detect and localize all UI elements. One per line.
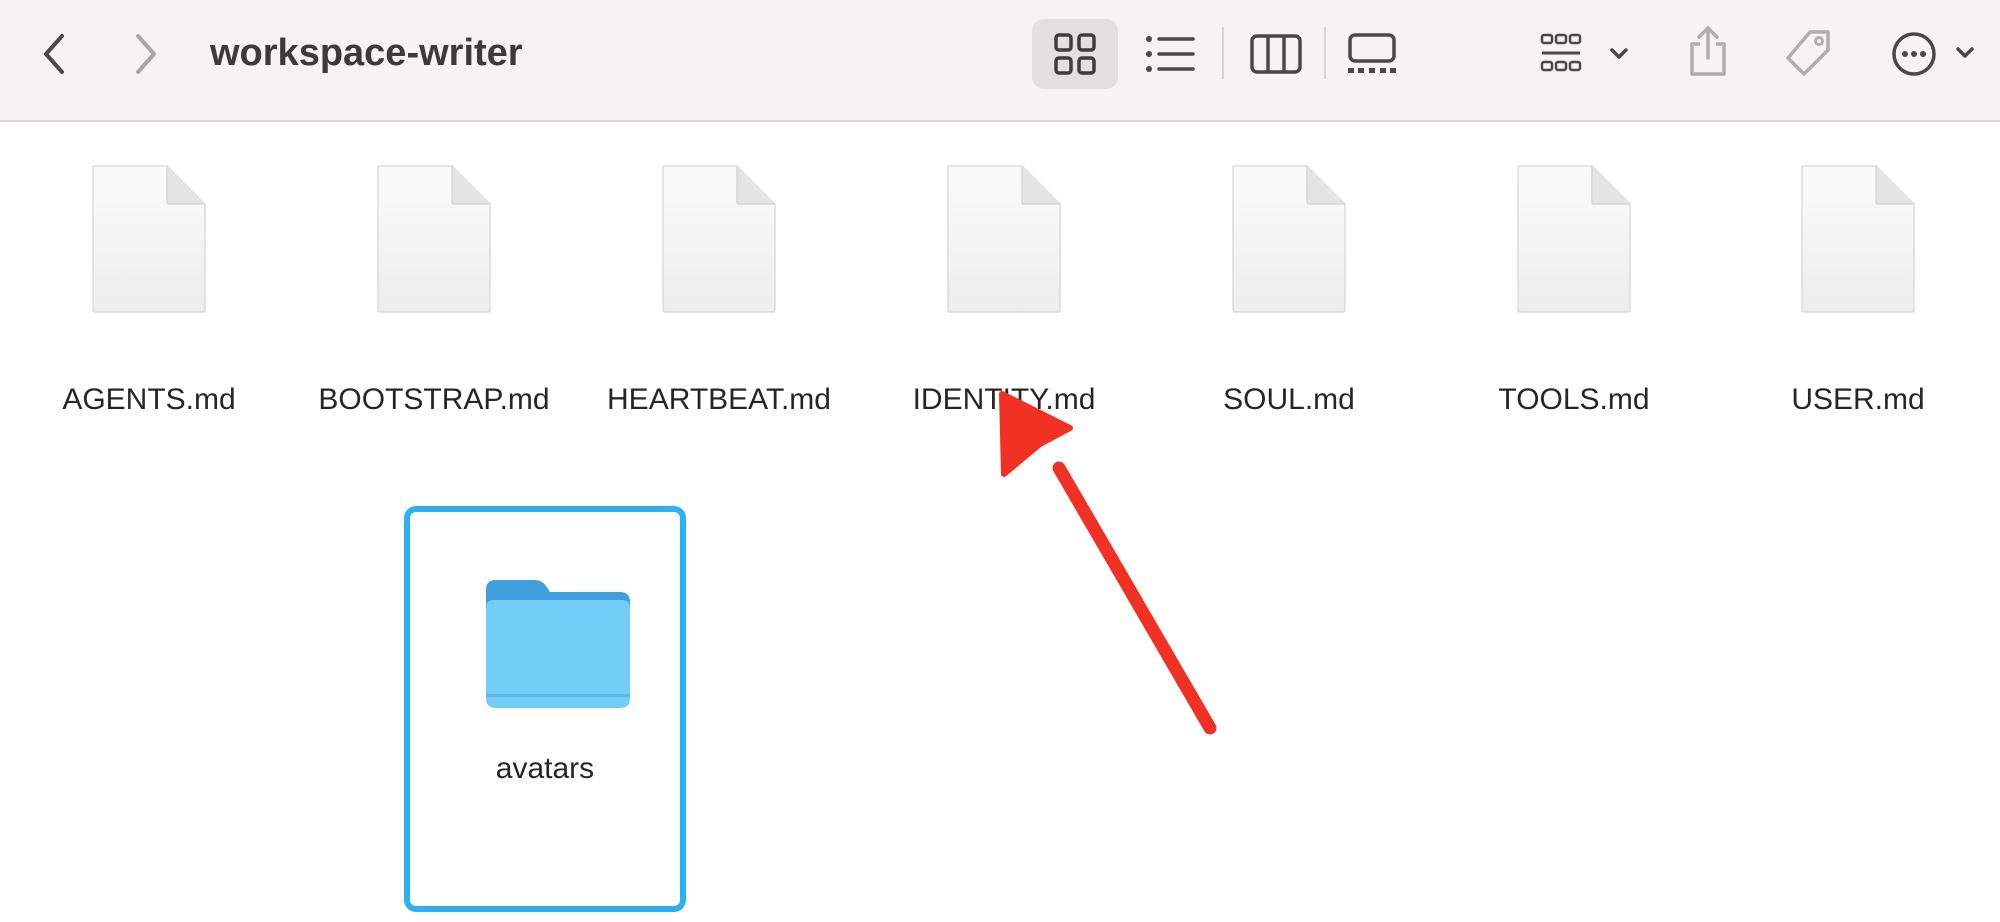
group-icon: [1540, 33, 1628, 72]
file-item[interactable]: AGENTS.md: [9, 164, 289, 416]
more-actions-button[interactable]: [1886, 24, 1986, 84]
column-view-button[interactable]: [1246, 24, 1306, 84]
file-name: HEARTBEAT.md: [607, 383, 831, 416]
file-item[interactable]: IDENTITY.md: [864, 164, 1144, 416]
folder-icon: [486, 580, 630, 708]
tags-button[interactable]: [1778, 24, 1838, 84]
icon-view-button[interactable]: [1032, 19, 1118, 89]
window-title: workspace-writer: [210, 32, 523, 74]
file-grid: AGENTS.md BOOTSTRAP.md HEARTBEAT.md IDEN…: [0, 122, 2000, 922]
columns-icon: [1250, 34, 1302, 74]
file-name: SOUL.md: [1223, 383, 1355, 416]
grid-icon: [1054, 33, 1096, 75]
toolbar-separator: [1222, 27, 1224, 79]
list-view-button[interactable]: [1140, 24, 1200, 84]
toolbar: workspace-writer: [0, 0, 2000, 122]
document-icon: [377, 165, 491, 313]
document-icon: [662, 165, 776, 313]
file-name: USER.md: [1791, 383, 1925, 416]
file-item[interactable]: SOUL.md: [1149, 164, 1429, 416]
share-button[interactable]: [1680, 18, 1736, 84]
file-name: AGENTS.md: [62, 383, 236, 416]
file-name: BOOTSTRAP.md: [318, 383, 550, 416]
file-name: IDENTITY.md: [912, 383, 1096, 416]
tag-icon: [1786, 30, 1830, 76]
chevron-right-icon: [136, 34, 156, 74]
chevron-left-icon: [44, 34, 64, 74]
gallery-icon: [1348, 33, 1396, 73]
document-icon: [1232, 165, 1346, 313]
document-icon: [1801, 165, 1915, 313]
toolbar-separator: [1324, 27, 1326, 79]
folder-item-selected[interactable]: avatars: [404, 506, 686, 912]
document-icon: [1517, 165, 1631, 313]
list-icon: [1146, 36, 1195, 72]
ellipsis-icon: [1892, 32, 1974, 76]
back-button[interactable]: [30, 26, 80, 82]
share-icon: [1690, 26, 1726, 76]
document-icon: [947, 165, 1061, 313]
file-item[interactable]: HEARTBEAT.md: [579, 164, 859, 416]
document-icon: [92, 165, 206, 313]
forward-button[interactable]: [120, 26, 170, 82]
file-name: TOOLS.md: [1498, 383, 1650, 416]
file-item[interactable]: BOOTSTRAP.md: [294, 164, 574, 416]
file-item[interactable]: USER.md: [1718, 164, 1998, 416]
gallery-view-button[interactable]: [1342, 24, 1402, 84]
folder-name: avatars: [495, 752, 595, 785]
file-item[interactable]: TOOLS.md: [1434, 164, 1714, 416]
group-button[interactable]: [1538, 24, 1634, 84]
